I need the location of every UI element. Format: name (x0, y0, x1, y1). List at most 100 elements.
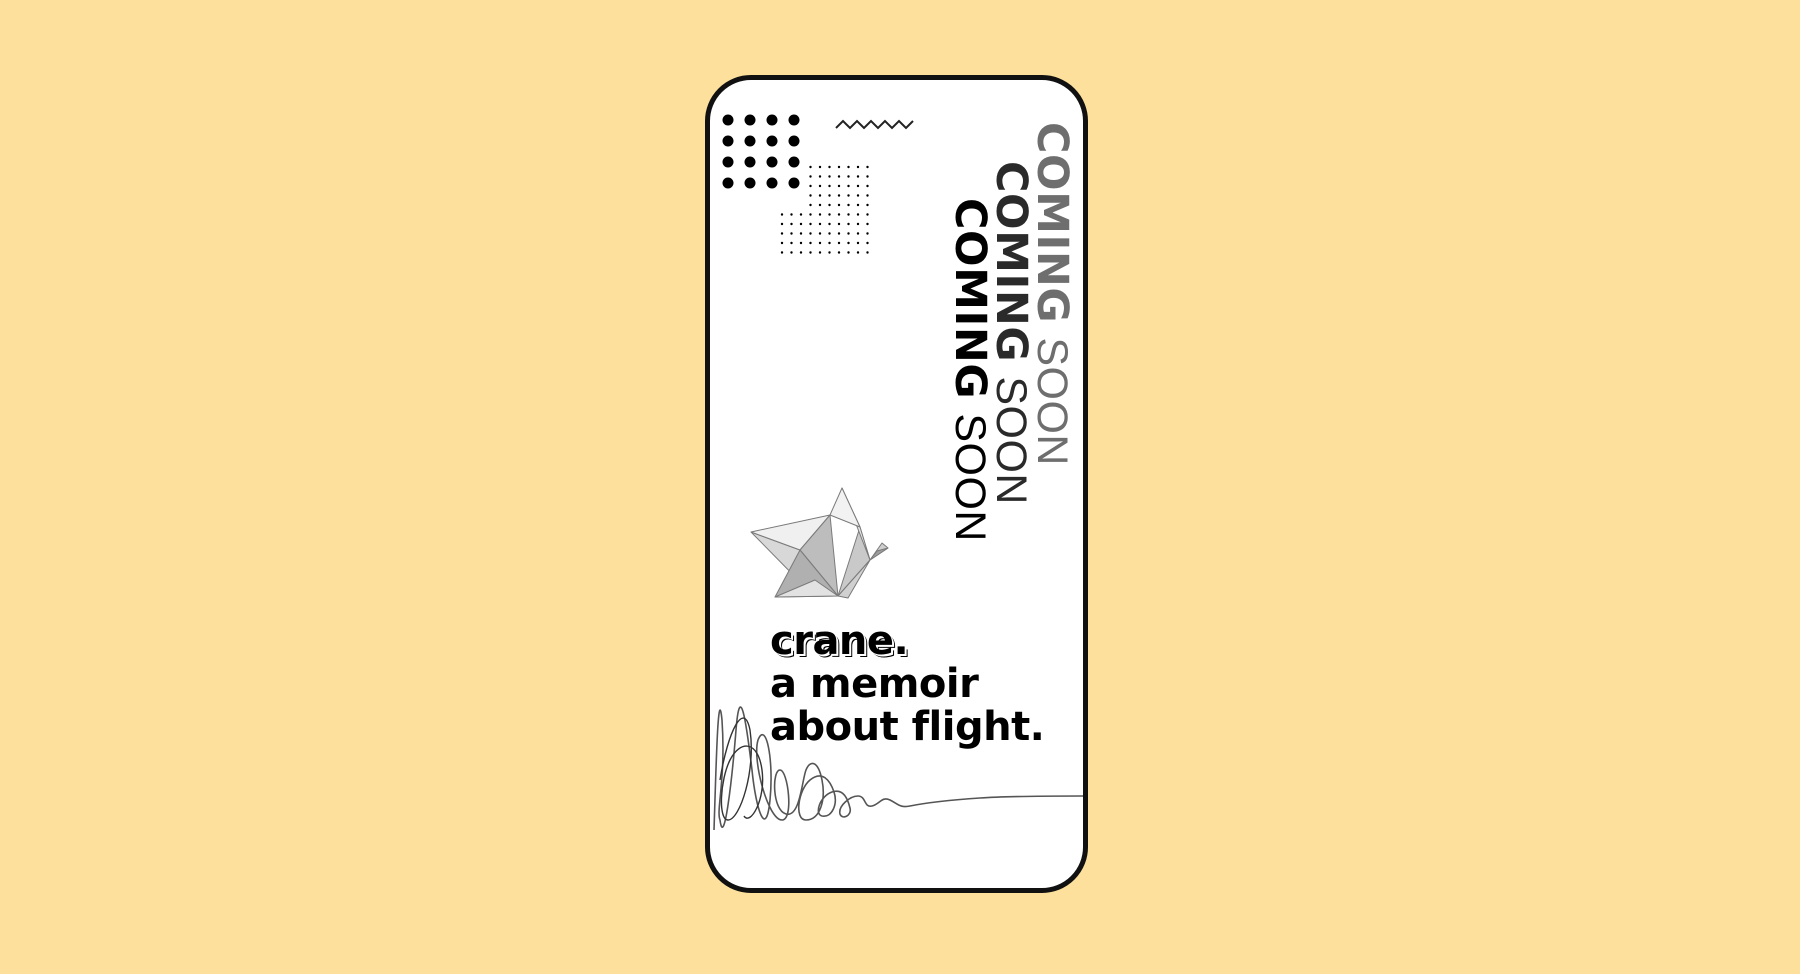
big-dot (744, 156, 756, 168)
small-dot (799, 251, 803, 254)
small-dot (780, 222, 784, 226)
small-dot (818, 251, 822, 254)
big-dot (744, 177, 756, 189)
small-dot (847, 241, 850, 245)
small-dot (799, 222, 803, 226)
small-dot (809, 241, 812, 245)
small-dot (818, 213, 822, 216)
small-dot (828, 251, 831, 254)
small-dot (837, 251, 841, 254)
small-dot (828, 194, 831, 197)
small-dot (866, 232, 869, 235)
small-dot (856, 165, 860, 169)
small-dot (837, 184, 841, 188)
small-dot (809, 213, 812, 216)
small-dot (847, 203, 850, 207)
dot-grid-icon (722, 114, 800, 189)
big-dot (722, 114, 734, 126)
small-dot (790, 213, 793, 216)
small-dot (847, 165, 850, 169)
big-dot (722, 177, 734, 189)
small-dot (837, 213, 841, 216)
small-dot (847, 194, 850, 197)
small-dot (837, 165, 841, 169)
small-dot (799, 232, 803, 235)
small-dot (837, 241, 841, 245)
small-dot (809, 251, 812, 254)
small-dot (856, 203, 860, 207)
small-dot (809, 165, 812, 169)
small-dot (809, 222, 812, 226)
small-dot (780, 213, 784, 216)
small-dot (780, 241, 784, 245)
small-dot (799, 213, 803, 216)
big-dot (744, 135, 756, 147)
small-dot (856, 175, 860, 178)
small-dot (828, 165, 831, 169)
small-dot (837, 194, 841, 197)
small-dot (866, 213, 869, 216)
small-dot (856, 251, 860, 254)
big-dot (744, 114, 756, 126)
small-dot (790, 222, 793, 226)
big-dot (788, 156, 800, 168)
small-dot (809, 184, 812, 188)
small-dot (847, 213, 850, 216)
small-dot (828, 175, 831, 178)
small-dot (828, 241, 831, 245)
small-dot (856, 184, 860, 188)
big-dot (766, 156, 778, 168)
title-line-crane: crane. (770, 618, 909, 664)
book-title: crane. a memoir about flight. (770, 618, 1045, 750)
small-dot (828, 222, 831, 226)
small-dot (828, 203, 831, 207)
small-dot (866, 222, 869, 226)
small-dot (828, 232, 831, 235)
small-dot (847, 232, 850, 235)
small-dot (847, 222, 850, 226)
big-dot (788, 135, 800, 147)
small-dot (856, 213, 860, 216)
small-dot (837, 232, 841, 235)
small-dot (856, 241, 860, 245)
zigzag-icon (835, 119, 914, 130)
title-line-subtitle-2: about flight. (770, 704, 1045, 750)
small-dot (866, 241, 869, 245)
small-dot (866, 184, 869, 188)
coming-soon-line-3: COMING SOON (945, 198, 995, 542)
small-dot (847, 251, 850, 254)
big-dot (788, 114, 800, 126)
small-dot (837, 175, 841, 178)
small-dot (818, 222, 822, 226)
small-dot (780, 251, 784, 254)
small-dot (828, 213, 831, 216)
big-dot (722, 135, 734, 147)
coming-soon-line-2: COMING SOON (986, 161, 1036, 505)
coming-soon-line-1: COMING SOON (1027, 122, 1077, 466)
small-dot (856, 194, 860, 197)
small-dot (856, 232, 860, 235)
big-dot (766, 135, 778, 147)
small-dot (799, 241, 803, 245)
big-dot (722, 156, 734, 168)
small-dot (837, 222, 841, 226)
big-dot (766, 177, 778, 189)
small-dot (818, 184, 822, 188)
small-dot (866, 175, 869, 178)
small-dot (809, 194, 812, 197)
small-dot (837, 203, 841, 207)
small-dot (818, 175, 822, 178)
small-dot (790, 241, 793, 245)
small-dot (818, 165, 822, 169)
small-dot (866, 165, 869, 169)
small-dot (856, 222, 860, 226)
small-dot (866, 194, 869, 197)
origami-crane-icon (750, 487, 889, 599)
soon-word: SOON (946, 413, 994, 542)
small-dot (790, 251, 793, 254)
big-dot (766, 114, 778, 126)
title-line-subtitle-1: a memoir (770, 661, 979, 707)
small-dot (818, 241, 822, 245)
big-dot (788, 177, 800, 189)
small-dot (809, 175, 812, 178)
